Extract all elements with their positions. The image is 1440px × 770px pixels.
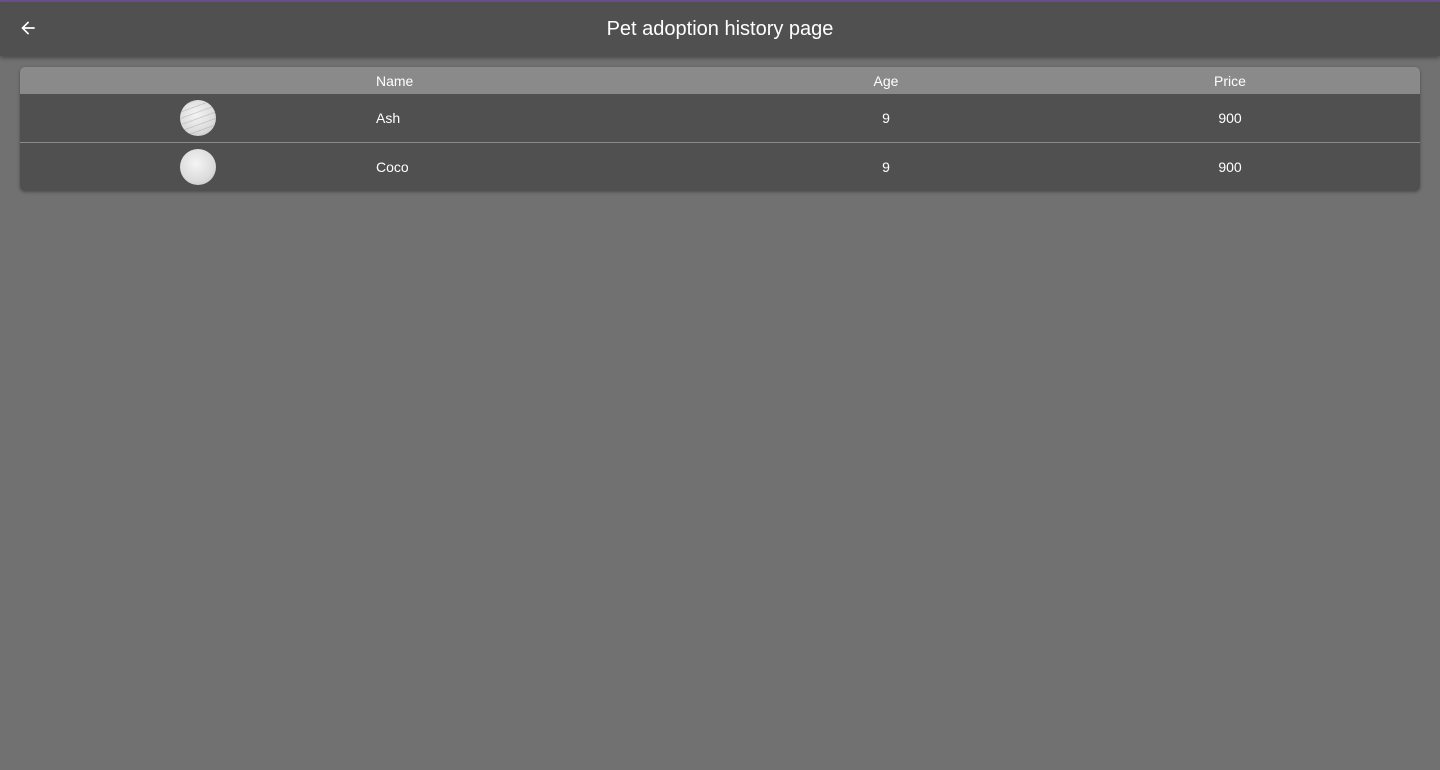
adoption-history-table: Name Age Price Ash 9 900 Coco 9 900 — [20, 67, 1420, 191]
column-header-age: Age — [873, 72, 899, 89]
pet-age: 9 — [882, 159, 890, 175]
pet-name: Coco — [376, 159, 409, 175]
app-bar: Pet adoption history page — [0, 2, 1440, 56]
pet-avatar-cell — [180, 94, 216, 142]
table-header: Name Age Price — [20, 67, 1420, 94]
back-button[interactable] — [12, 12, 44, 44]
arrow-left-icon — [21, 21, 35, 35]
pet-price: 900 — [1218, 159, 1242, 175]
table-row[interactable]: Ash 9 900 — [20, 94, 1420, 142]
pet-name: Ash — [376, 110, 401, 126]
pet-avatar — [180, 149, 216, 185]
pet-avatar — [180, 100, 216, 136]
page-title: Pet adoption history page — [606, 18, 834, 40]
pet-avatar-cell — [180, 143, 216, 191]
column-header-price: Price — [1214, 72, 1246, 89]
column-header-name: Name — [376, 72, 414, 89]
pet-price: 900 — [1218, 110, 1242, 126]
table-row[interactable]: Coco 9 900 — [20, 142, 1420, 191]
pet-age: 9 — [882, 110, 890, 126]
